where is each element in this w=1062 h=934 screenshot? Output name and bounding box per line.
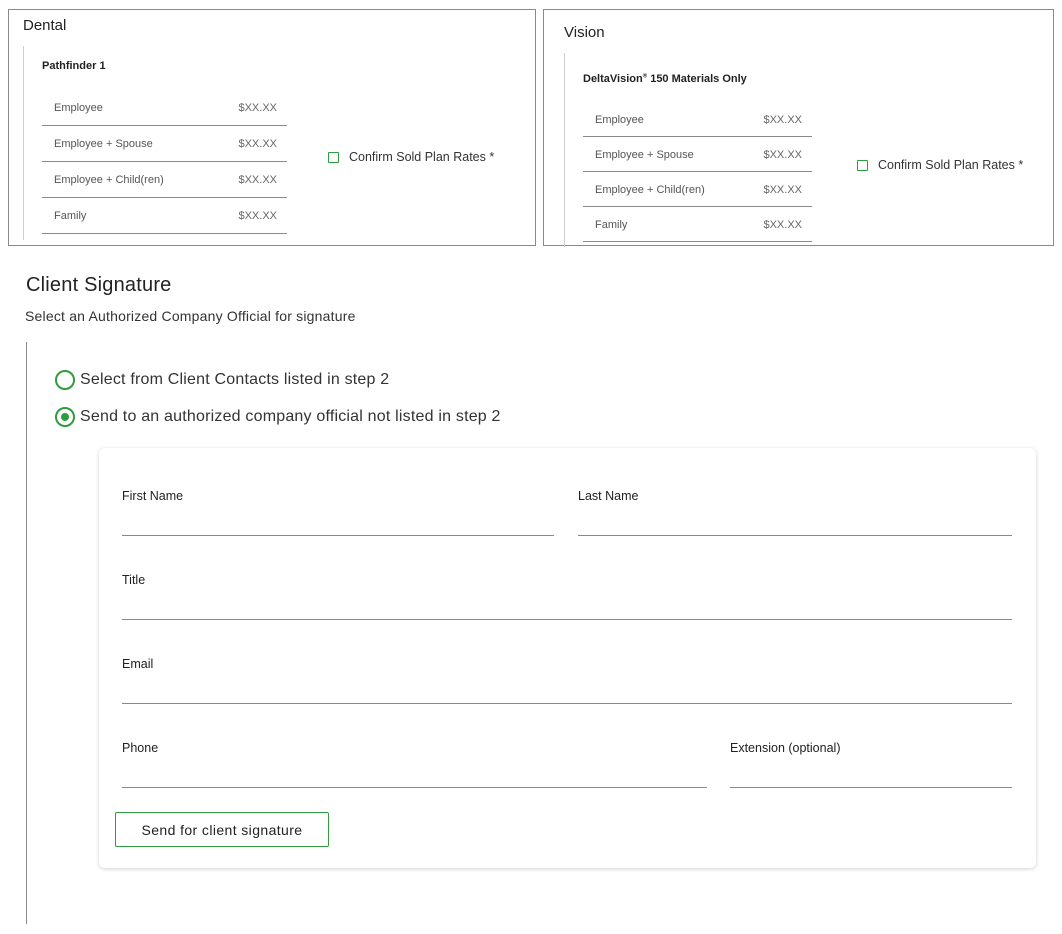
first-name-label: First Name [122, 489, 184, 503]
official-info-form: First Name Last Name Title Email Phone E… [99, 448, 1036, 868]
dental-plan-panel: Dental Pathfinder 1 Employee $XX.XX Empl… [8, 9, 536, 246]
rate-label: Employee [595, 114, 644, 126]
rate-value: $XX.XX [763, 219, 802, 231]
first-name-input[interactable] [122, 513, 554, 536]
email-field: Email [122, 657, 1012, 704]
phone-label: Phone [122, 741, 159, 755]
email-label: Email [122, 657, 154, 671]
vision-plan-name-main: DeltaVision [583, 73, 643, 85]
vision-plan-block: DeltaVision® 150 Materials Only Employee… [564, 53, 815, 247]
vision-confirm-checkbox[interactable] [857, 159, 868, 171]
rate-row: Employee $XX.XX [583, 102, 812, 137]
rate-row: Employee + Spouse $XX.XX [42, 126, 287, 162]
extension-label: Extension (optional) [730, 741, 841, 755]
extension-field: Extension (optional) [730, 741, 1012, 788]
rate-label: Employee + Spouse [595, 149, 694, 161]
phone-input[interactable] [122, 765, 707, 788]
dental-confirm-checkbox[interactable] [328, 151, 339, 163]
radio-button-selected[interactable] [55, 407, 75, 427]
rate-value: $XX.XX [238, 138, 277, 150]
dental-plan-block: Pathfinder 1 Employee $XX.XX Employee + … [23, 46, 294, 240]
rate-label: Employee + Spouse [54, 138, 153, 150]
rate-value: $XX.XX [763, 149, 802, 161]
rate-row: Employee + Child(ren) $XX.XX [42, 162, 287, 198]
last-name-input[interactable] [578, 513, 1012, 536]
last-name-label: Last Name [578, 489, 639, 503]
vision-plan-panel: Vision DeltaVision® 150 Materials Only E… [543, 9, 1054, 247]
section-subtitle: Select an Authorized Company Official fo… [25, 308, 356, 324]
radio-label: Select from Client Contacts listed in st… [80, 371, 390, 388]
radio-button[interactable] [55, 370, 75, 390]
rate-row: Employee + Spouse $XX.XX [583, 137, 812, 172]
rate-row: Family $XX.XX [42, 198, 287, 234]
send-for-signature-button[interactable]: Send for client signature [115, 812, 329, 847]
title-input[interactable] [122, 597, 1012, 620]
dental-confirm-label: Confirm Sold Plan Rates * [349, 150, 495, 164]
phone-field: Phone [122, 741, 707, 788]
rate-row: Family $XX.XX [583, 207, 812, 242]
rate-label: Family [595, 219, 628, 231]
radio-label: Send to an authorized company official n… [80, 408, 501, 425]
vision-plan-name-rest: 150 Materials Only [647, 73, 747, 85]
section-rail-divider [26, 342, 27, 924]
radio-send-to-unlisted-official[interactable]: Send to an authorized company official n… [55, 407, 501, 427]
dental-confirm-rates[interactable]: Confirm Sold Plan Rates * [328, 150, 494, 164]
rate-value: $XX.XX [238, 174, 277, 186]
vision-panel-title: Vision [564, 24, 605, 41]
vision-confirm-rates[interactable]: Confirm Sold Plan Rates * [857, 158, 1023, 172]
rate-value: $XX.XX [763, 184, 802, 196]
radio-select-from-contacts[interactable]: Select from Client Contacts listed in st… [55, 370, 389, 390]
rate-row: Employee + Child(ren) $XX.XX [583, 172, 812, 207]
rate-label: Family [54, 210, 87, 222]
rate-row: Employee $XX.XX [42, 90, 287, 126]
last-name-field: Last Name [578, 489, 1012, 536]
first-name-field: First Name [122, 489, 554, 536]
dental-panel-title: Dental [23, 17, 67, 34]
rate-label: Employee + Child(ren) [54, 174, 164, 186]
vision-plan-name: DeltaVision® 150 Materials Only [583, 73, 747, 85]
rate-value: $XX.XX [238, 102, 277, 114]
email-input[interactable] [122, 681, 1012, 704]
rate-label: Employee + Child(ren) [595, 184, 705, 196]
extension-input[interactable] [730, 765, 1012, 788]
rate-value: $XX.XX [238, 210, 277, 222]
title-field: Title [122, 573, 1012, 620]
rate-label: Employee [54, 102, 103, 114]
section-title: Client Signature [26, 274, 172, 296]
dental-plan-name: Pathfinder 1 [42, 60, 106, 72]
rate-value: $XX.XX [763, 114, 802, 126]
vision-confirm-label: Confirm Sold Plan Rates * [878, 158, 1024, 172]
title-label: Title [122, 573, 146, 587]
